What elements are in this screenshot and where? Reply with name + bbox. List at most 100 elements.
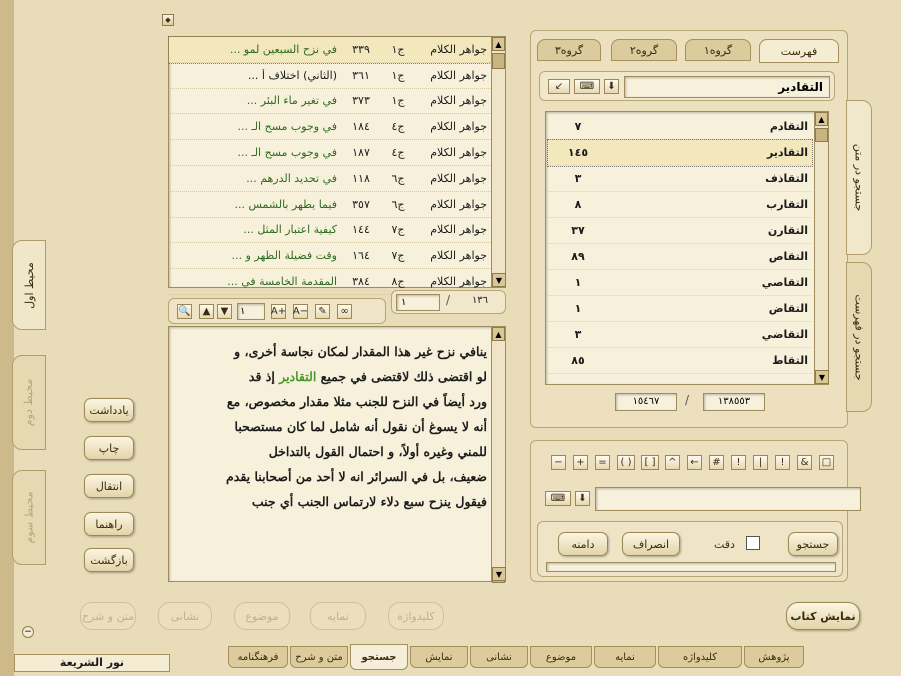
scroll-down-icon[interactable]: ▼ — [492, 273, 506, 287]
tab-subject[interactable]: موضوع — [530, 646, 592, 668]
dropdown-icon[interactable]: ⬇ — [604, 79, 619, 94]
zoom-icon[interactable]: 🔍 — [177, 304, 192, 319]
word-row[interactable]: التقارن ٣٧ — [548, 218, 812, 244]
symbol-button[interactable]: □ — [819, 455, 834, 470]
next-page-icon[interactable]: ▼ — [217, 304, 232, 319]
word-count: ١ — [574, 276, 582, 289]
result-row[interactable]: جواهر الكلام ج١ ٣٦١ (الثاني) اختلاف أ ... — [169, 63, 491, 89]
result-row[interactable]: جواهر الكلام ج٧ ١٤٤ كيفية اعتبار المثل ... — [169, 218, 491, 244]
help-button[interactable]: راهنما — [84, 512, 134, 536]
print-button[interactable]: چاپ — [84, 436, 134, 460]
word-scroll-thumb[interactable] — [815, 128, 828, 142]
result-row[interactable]: جواهر الكلام ج٧ ١٦٤ وقت فضيلة الظهر و ... — [169, 243, 491, 270]
left-vtab-3[interactable]: محيط سوم — [12, 470, 46, 565]
font-down-icon[interactable]: A− — [293, 304, 308, 319]
tab-text-commentary[interactable]: متن و شرح — [290, 646, 348, 668]
word-scrollbar[interactable]: ▲ ▼ — [814, 112, 829, 384]
find-icon[interactable]: ∞ — [337, 304, 352, 319]
symbol-button[interactable]: & — [797, 455, 812, 470]
word-row[interactable]: التقادير ١٤٥ — [547, 139, 813, 167]
show-book-button[interactable]: نمايش كتاب — [786, 602, 860, 630]
minimize-icon[interactable]: − — [22, 626, 34, 638]
back-button[interactable]: بازگشت — [84, 548, 134, 572]
word-row[interactable]: التقاصي ١ — [548, 270, 812, 296]
scroll-up-icon[interactable]: ▲ — [492, 37, 505, 51]
left-vtab-2[interactable]: محيط دوم — [12, 355, 46, 450]
word-scroll-up-icon[interactable]: ▲ — [815, 112, 828, 126]
word-row[interactable]: التقاض ١ — [548, 296, 812, 322]
mark-icon[interactable]: ✎ — [315, 304, 330, 319]
tab-index-bottom[interactable]: نمايه — [594, 646, 656, 668]
transfer-button[interactable]: انتقال — [84, 474, 134, 498]
text-and-commentary-button[interactable]: متن و شرح — [80, 602, 136, 630]
query-dropdown-icon[interactable]: ⬇ — [575, 491, 590, 506]
more-button[interactable]: دامنه — [558, 532, 608, 556]
symbol-button[interactable]: [ ] — [641, 455, 659, 470]
results-scrollbar[interactable]: ▲ ▼ — [491, 37, 506, 287]
tab-index[interactable]: فهرست — [759, 39, 839, 63]
index-button[interactable]: نمايه — [310, 602, 366, 630]
tab-display[interactable]: نمايش — [410, 646, 468, 668]
tab-address[interactable]: نشانی — [470, 646, 528, 668]
address-button[interactable]: نشانی — [158, 602, 212, 630]
prev-page-icon[interactable]: ▲ — [199, 304, 214, 319]
symbol-button[interactable]: ( ) — [617, 455, 635, 470]
symbol-button[interactable]: − — [551, 455, 566, 470]
tab-group1[interactable]: گروه١ — [685, 39, 751, 61]
result-volume: ج١ — [391, 94, 405, 108]
result-row[interactable]: جواهر الكلام ج٦ ١١٨ في تحديد الدرهم ... — [169, 166, 491, 192]
word-scroll-down-icon[interactable]: ▼ — [815, 370, 829, 384]
scroll-thumb[interactable] — [492, 53, 505, 69]
right-vtab-text-search[interactable]: جستجو در متن — [846, 100, 872, 255]
symbol-button[interactable]: ! — [775, 455, 790, 470]
tab-group2[interactable]: گروه٢ — [611, 39, 677, 61]
subject-button[interactable]: موضوع — [234, 602, 290, 630]
exact-checkbox[interactable] — [746, 536, 760, 550]
notes-button[interactable]: يادداشت — [84, 398, 134, 422]
result-row[interactable]: جواهر الكلام ج٦ ٣٥٧ فيما يطهر بالشمس ... — [169, 192, 491, 218]
tab-group3[interactable]: گروه٣ — [537, 39, 601, 61]
symbol-button[interactable]: = — [595, 455, 610, 470]
results-current-field[interactable]: ١ — [396, 294, 440, 311]
result-row[interactable]: جواهر الكلام ج١ ٣٣٩ في نزح السبعين لمو ... — [168, 36, 492, 64]
keyboard-icon[interactable]: ⌨ — [574, 79, 600, 94]
query-keyboard-icon[interactable]: ⌨ — [545, 491, 571, 506]
left-vtab-1[interactable]: محيط اول — [12, 240, 46, 330]
symbol-button[interactable]: ^ — [665, 455, 680, 470]
symbol-button[interactable]: # — [709, 455, 724, 470]
right-vtab-index-search[interactable]: جستجو در فهرست — [846, 262, 872, 412]
page-input[interactable]: ١ — [237, 303, 265, 320]
text-scrollbar[interactable]: ▲ ▼ — [491, 327, 506, 583]
result-row[interactable]: جواهر الكلام ج٤ ١٨٧ في وجوب مسح الـ ... — [169, 140, 491, 166]
text-scroll-down-icon[interactable]: ▼ — [492, 567, 506, 581]
collapse-icon[interactable]: ◆ — [162, 14, 174, 26]
font-up-icon[interactable]: A+ — [271, 304, 286, 319]
search-button[interactable]: جستجو — [788, 532, 838, 556]
search-word-input[interactable]: التقادير — [624, 76, 830, 98]
word-row[interactable]: التقادم ٧ — [548, 114, 812, 140]
word-row[interactable]: التقاضي ٣ — [548, 322, 812, 348]
symbol-button[interactable]: ← — [687, 455, 702, 470]
symbol-button[interactable]: ! — [731, 455, 746, 470]
symbol-button[interactable]: + — [573, 455, 588, 470]
tab-dictionary[interactable]: فرهنگنامه — [228, 646, 288, 668]
cancel-button[interactable]: انصراف — [622, 532, 680, 556]
word-row[interactable]: التقاذف ٣ — [548, 166, 812, 192]
query-input[interactable] — [595, 487, 861, 511]
keyword-button[interactable]: كليدواژه — [388, 602, 444, 630]
result-row[interactable]: جواهر الكلام ج١ ٣٧٣ في تغير ماء البئر ... — [169, 89, 491, 115]
tab-search-bottom[interactable]: جستجو — [350, 644, 408, 670]
word-row[interactable]: التقارب ٨ — [548, 192, 812, 218]
word-row[interactable]: التقاط ٨٥ — [548, 348, 812, 374]
word-current-field[interactable]: ١٥٤٦٧ — [615, 393, 677, 411]
result-title: في نزح السبعين لمو ... — [229, 42, 337, 56]
text-line: ورد أيضاً في النزح للجنب مثلا مقدار مخصو… — [226, 394, 487, 409]
symbol-button[interactable]: | — [753, 455, 768, 470]
tab-keyword[interactable]: كليدواژه — [658, 646, 742, 668]
tab-research[interactable]: پژوهش — [744, 646, 804, 668]
word-row[interactable]: التقاص ٨٩ — [548, 244, 812, 270]
arrow-icon[interactable]: ↙ — [548, 79, 570, 94]
text-scroll-up-icon[interactable]: ▲ — [492, 327, 505, 341]
result-row[interactable]: جواهر الكلام ج٤ ١٨٤ في وجوب مسح الـ ... — [169, 114, 491, 141]
text-line: فيقول ينزح سبع دلاء لارتماس الجنب أي جنب — [251, 494, 487, 509]
